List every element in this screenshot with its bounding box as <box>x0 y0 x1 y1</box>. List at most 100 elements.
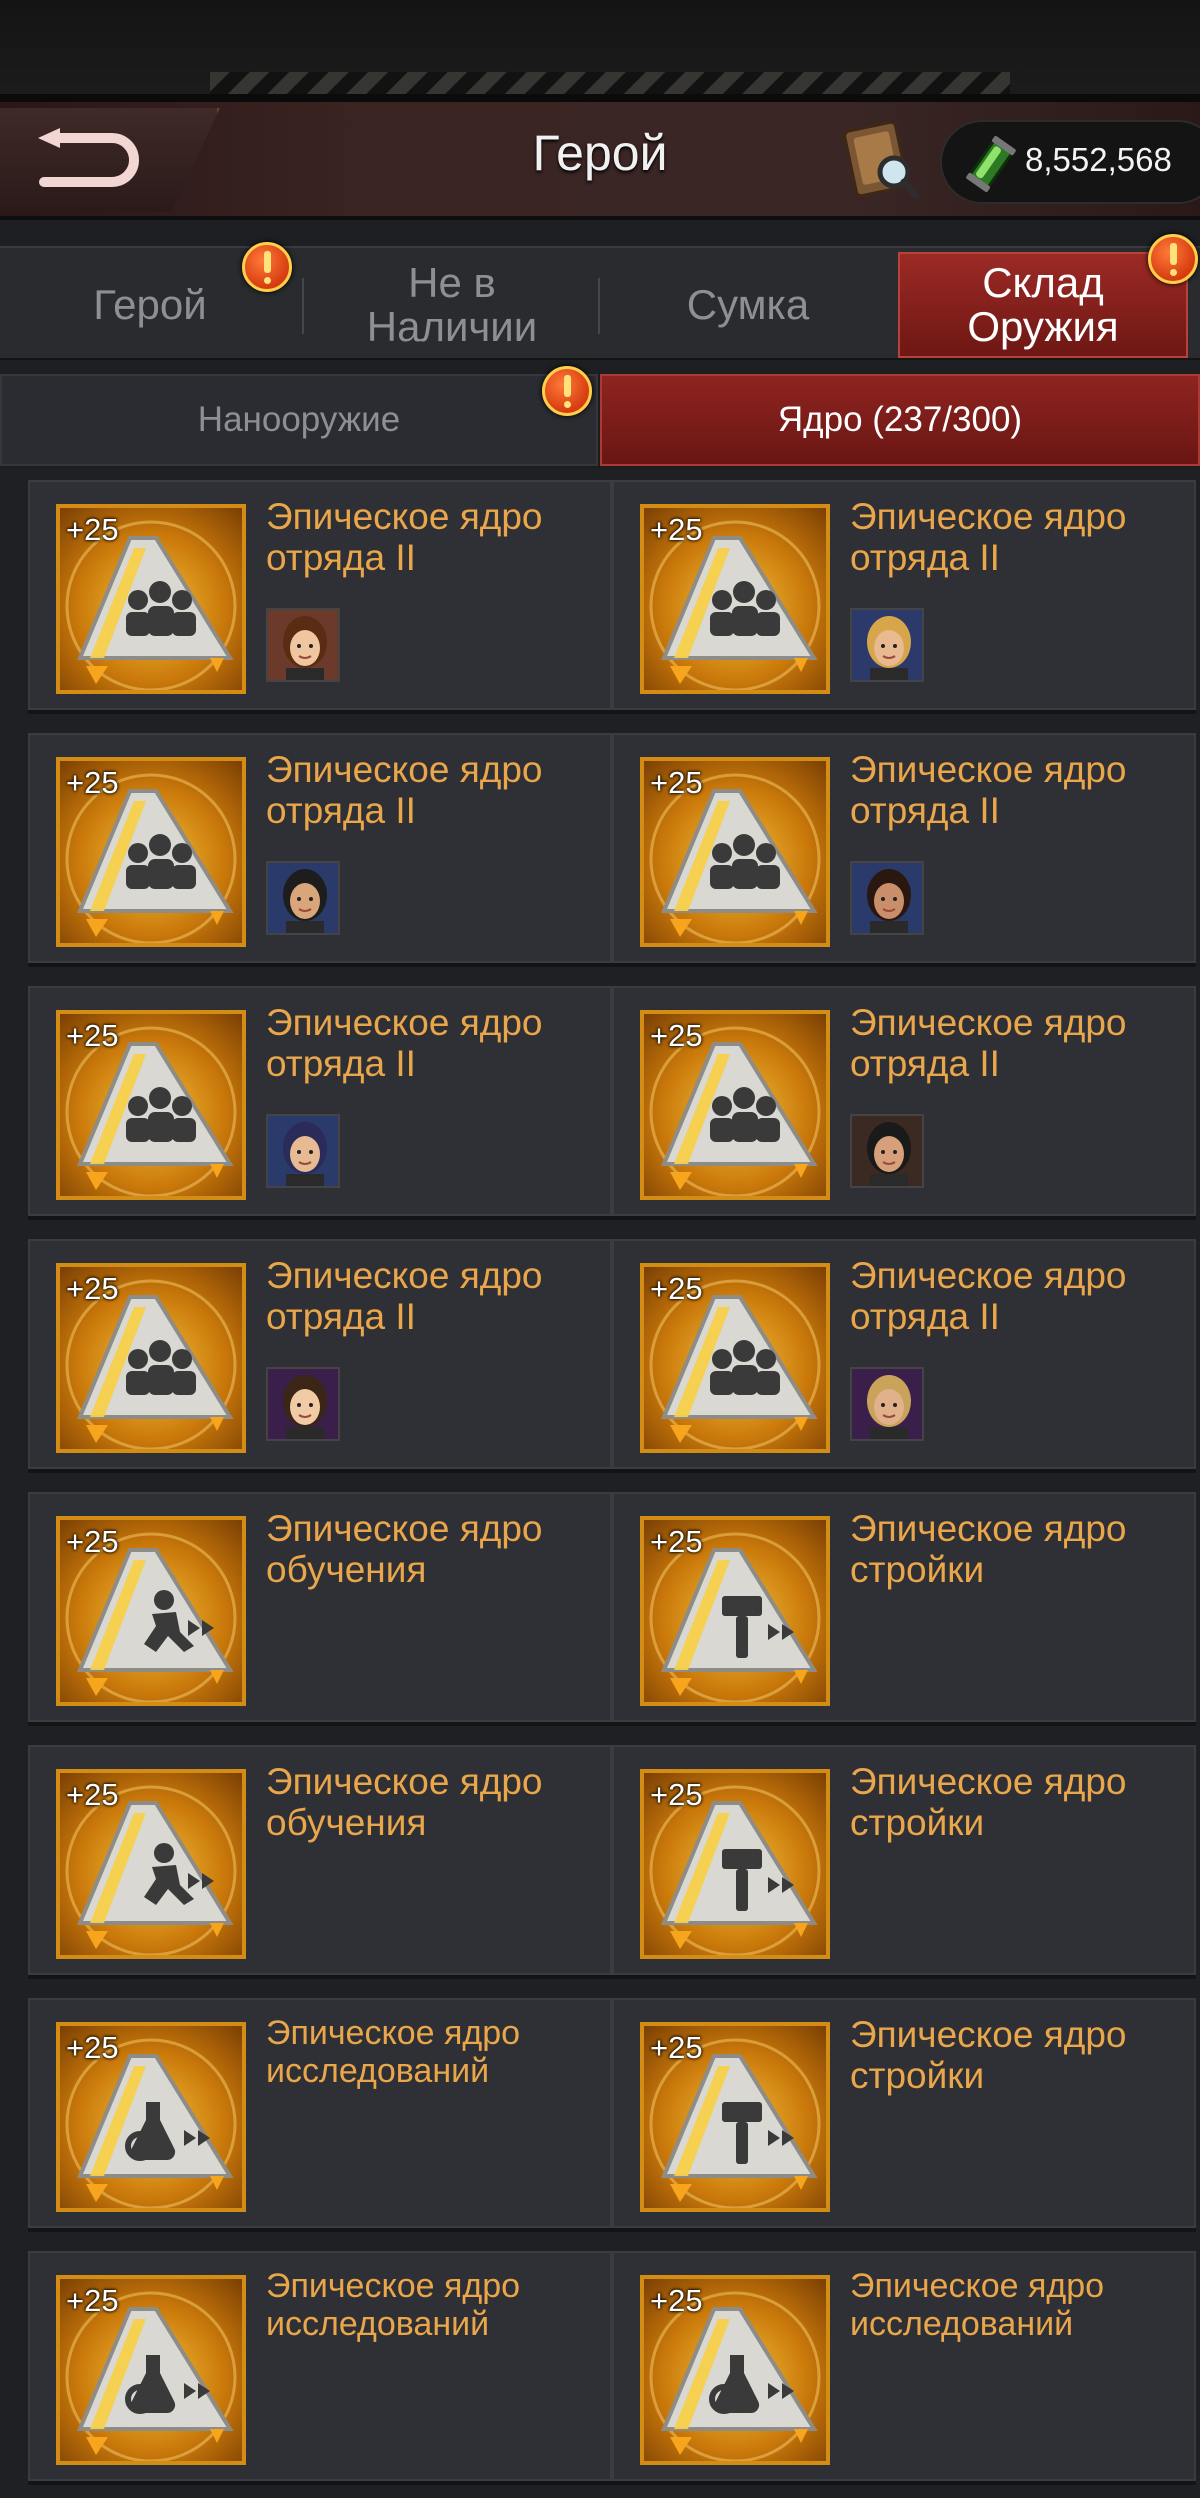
currency-display[interactable]: 8,552,568 <box>940 120 1200 204</box>
hero-portrait-4 <box>852 863 922 933</box>
tab-label: Герой <box>93 281 207 328</box>
tab-label: Склад Оружия <box>967 259 1119 350</box>
hero-portrait-1 <box>268 610 338 680</box>
item-level: +25 <box>650 2030 703 2065</box>
core-item-card[interactable]: +25 Эпическое ядро отряда II <box>28 986 612 1216</box>
core-item-card[interactable]: +25 Эпическое ядро отряда II <box>612 480 1196 710</box>
core-item-card[interactable]: +25 Эпическое ядро отряда II <box>612 1239 1196 1469</box>
core-item-thumbnail: +25 <box>56 757 246 947</box>
item-name: Эпическое ядро обучения <box>266 1761 543 1843</box>
item-name: Эпическое ядро отряда II <box>266 1002 543 1084</box>
hero-portrait[interactable] <box>850 1367 924 1441</box>
core-item-thumbnail: +25 <box>56 1516 246 1706</box>
hero-portrait[interactable] <box>850 608 924 682</box>
hero-portrait[interactable] <box>850 861 924 935</box>
core-item-card[interactable]: +25 Эпическое ядро обучения <box>28 1745 612 1975</box>
hero-portrait-3 <box>268 863 338 933</box>
core-item-thumbnail: +25 <box>56 2022 246 2212</box>
core-item-card[interactable]: +25 Эпическое ядро отряда II <box>28 480 612 710</box>
hero-portrait-6 <box>852 1116 922 1186</box>
alert-icon <box>1148 234 1198 284</box>
core-item-thumbnail: +25 <box>56 1263 246 1453</box>
item-name: Эпическое ядро отряда II <box>266 1255 543 1337</box>
core-item-thumbnail: +25 <box>640 1516 830 1706</box>
item-level: +25 <box>650 512 703 547</box>
item-name: Эпическое ядро отряда II <box>850 1255 1127 1337</box>
tab-not-available[interactable]: Не в Наличии <box>304 248 600 362</box>
core-item-card[interactable]: +25 Эпическое ядро исследований <box>612 2251 1196 2481</box>
item-name: Эпическое ядро отряда II <box>266 749 543 831</box>
core-item-card[interactable]: +25 Эпическое ядро отряда II <box>612 986 1196 1216</box>
hazard-stripe <box>210 72 1010 94</box>
core-item-thumbnail: +25 <box>640 2022 830 2212</box>
core-item-card[interactable]: +25 Эпическое ядро отряда II <box>28 1239 612 1469</box>
core-item-thumbnail: +25 <box>56 1769 246 1959</box>
hero-portrait-5 <box>268 1116 338 1186</box>
hero-book-icon[interactable] <box>842 120 922 204</box>
core-item-card[interactable]: +25 Эпическое ядро стройки <box>612 1492 1196 1722</box>
core-item-card[interactable]: +25 Эпическое ядро стройки <box>612 1745 1196 1975</box>
item-level: +25 <box>66 512 119 547</box>
item-name: Эпическое ядро отряда II <box>850 1002 1127 1084</box>
item-level: +25 <box>650 1271 703 1306</box>
hero-portrait[interactable] <box>266 608 340 682</box>
subtab-label: Нанооружие <box>197 400 401 439</box>
subtab-core[interactable]: Ядро (237/300) <box>600 374 1200 466</box>
core-item-thumbnail: +25 <box>640 1010 830 1200</box>
item-name: Эпическое ядро исследований <box>266 2014 521 2090</box>
item-level: +25 <box>66 1018 119 1053</box>
item-level: +25 <box>650 1777 703 1812</box>
core-item-thumbnail: +25 <box>640 1263 830 1453</box>
alert-icon <box>542 366 592 416</box>
top-decor-band <box>0 0 1200 102</box>
item-name: Эпическое ядро обучения <box>266 1508 543 1590</box>
header-bar: Герой 8,552,568 <box>0 102 1200 220</box>
core-item-card[interactable]: +25 Эпическое ядро исследований <box>28 2251 612 2481</box>
item-level: +25 <box>66 1777 119 1812</box>
tab-bag[interactable]: Сумка <box>600 248 896 362</box>
core-item-card[interactable]: +25 Эпическое ядро исследований <box>28 1998 612 2228</box>
core-item-thumbnail: +25 <box>640 2275 830 2465</box>
hero-portrait-2 <box>852 610 922 680</box>
core-item-grid: +25 Эпическое ядро отряда II +25 Эпическое … <box>0 470 1200 2498</box>
core-item-card[interactable]: +25 Эпическое ядро стройки <box>612 1998 1196 2228</box>
item-name: Эпическое ядро отряда II <box>266 496 543 578</box>
subtab-label: Ядро (237/300) <box>777 400 1023 439</box>
hero-portrait[interactable] <box>266 1114 340 1188</box>
currency-amount: 8,552,568 <box>1025 141 1172 178</box>
core-item-thumbnail: +25 <box>640 757 830 947</box>
energy-cell-icon <box>966 136 1016 192</box>
hero-portrait-8 <box>852 1369 922 1439</box>
item-level: +25 <box>66 2283 119 2318</box>
item-name: Эпическое ядро отряда II <box>850 749 1127 831</box>
core-item-thumbnail: +25 <box>56 504 246 694</box>
item-level: +25 <box>66 765 119 800</box>
tab-weapon-storage[interactable]: Склад Оружия <box>898 252 1188 358</box>
core-item-thumbnail: +25 <box>640 504 830 694</box>
core-item-thumbnail: +25 <box>56 2275 246 2465</box>
sub-tabs: Нанооружие Ядро (237/300) <box>0 366 1200 468</box>
core-item-thumbnail: +25 <box>56 1010 246 1200</box>
subtab-nanoweapon[interactable]: Нанооружие <box>0 374 598 466</box>
hero-portrait[interactable] <box>266 1367 340 1441</box>
item-name: Эпическое ядро исследований <box>850 2267 1105 2343</box>
item-level: +25 <box>66 2030 119 2065</box>
item-name: Эпическое ядро отряда II <box>850 496 1127 578</box>
core-item-card[interactable]: +25 Эпическое ядро отряда II <box>28 733 612 963</box>
core-item-card[interactable]: +25 Эпическое ядро обучения <box>28 1492 612 1722</box>
main-tabs: Герой Не в Наличии Сумка Склад Оружия <box>0 234 1200 362</box>
item-name: Эпическое ядро исследований <box>266 2267 521 2343</box>
item-level: +25 <box>650 765 703 800</box>
tab-label: Не в Наличии <box>366 259 538 350</box>
band-divider <box>0 94 1200 102</box>
core-item-card[interactable]: +25 Эпическое ядро отряда II <box>612 733 1196 963</box>
item-name: Эпическое ядро стройки <box>850 2014 1127 2096</box>
item-name: Эпическое ядро стройки <box>850 1761 1127 1843</box>
item-level: +25 <box>66 1524 119 1559</box>
item-name: Эпическое ядро стройки <box>850 1508 1127 1590</box>
hero-portrait[interactable] <box>266 861 340 935</box>
hero-portrait[interactable] <box>850 1114 924 1188</box>
item-level: +25 <box>650 1018 703 1053</box>
item-level: +25 <box>650 2283 703 2318</box>
hero-portrait-7 <box>268 1369 338 1439</box>
